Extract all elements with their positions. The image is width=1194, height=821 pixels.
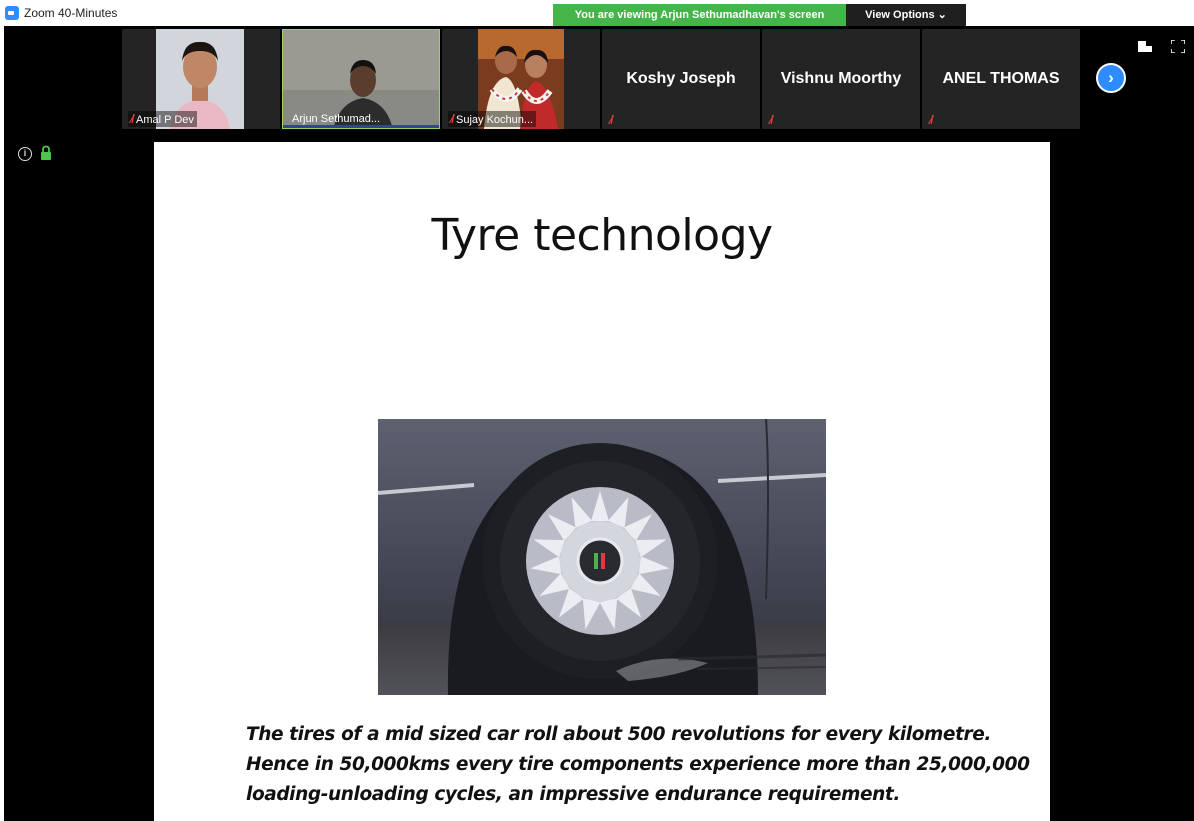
caption-line: The tires of a mid sized car roll about …	[246, 724, 992, 745]
participant-name: Arjun Sethumad...	[292, 113, 381, 125]
muted-mic-icon: ⁄̸	[131, 112, 134, 126]
lock-icon[interactable]	[40, 145, 52, 161]
participant-name: ANEL THOMAS	[942, 70, 1060, 87]
tyre-illustration	[378, 419, 826, 695]
muted-mic-icon: ⁄̸	[930, 113, 933, 127]
view-options-button[interactable]: View Options ⌄	[846, 4, 966, 26]
muted-mic-icon: ⁄̸	[610, 113, 613, 127]
caption-line: loading-unloading cycles, an impressive …	[246, 784, 900, 805]
participant-name: Koshy Joseph	[626, 70, 736, 87]
participant-tile-anel[interactable]: ANEL THOMAS ⁄̸	[922, 29, 1080, 129]
viewing-screen-banner: You are viewing Arjun Sethumadhavan's sc…	[553, 4, 846, 26]
participant-tile-amal[interactable]: ⁄̸ Amal P Dev	[122, 29, 280, 129]
title-bar: Zoom 40-Minutes You are viewing Arjun Se…	[0, 0, 1194, 26]
participant-name: Sujay Kochun...	[456, 114, 534, 126]
caption-line: Hence in 50,000kms every tire components…	[246, 754, 1030, 775]
participant-tile-sujay[interactable]: ⁄̸ Sujay Kochun...	[442, 29, 600, 129]
fullscreen-icon[interactable]	[1171, 40, 1185, 53]
zoom-app-icon	[5, 6, 19, 20]
next-participants-button[interactable]: ›	[1096, 63, 1126, 93]
participant-name: Vishnu Moorthy	[780, 70, 902, 87]
gallery-layout-icon[interactable]	[1138, 41, 1152, 52]
slide-title: Tyre technology	[431, 210, 773, 261]
participant-tile-arjun[interactable]: Arjun Sethumad...	[282, 29, 440, 129]
chevron-right-icon: ›	[1108, 68, 1114, 87]
shared-screen-slide: Tyre technology The tires of a mid sized…	[154, 142, 1050, 821]
participant-label: ⁄̸ Amal P Dev	[128, 111, 197, 127]
window-title: Zoom 40-Minutes	[24, 6, 118, 20]
participant-tile-koshy[interactable]: Koshy Joseph ⁄̸	[602, 29, 760, 129]
participant-label: ⁄̸ Sujay Kochun...	[448, 111, 537, 127]
meeting-area: ⁄̸ Amal P Dev Arjun Sethumad... ⁄̸ Sujay…	[4, 26, 1194, 821]
info-icon[interactable]: i	[18, 147, 32, 161]
muted-mic-icon: ⁄̸	[770, 113, 773, 127]
participant-name: Amal P Dev	[136, 114, 194, 126]
participant-tile-vishnu[interactable]: Vishnu Moorthy ⁄̸	[762, 29, 920, 129]
participant-label: Arjun Sethumad...	[289, 112, 383, 126]
muted-mic-icon: ⁄̸	[451, 112, 454, 126]
slide-caption: The tires of a mid sized car roll about …	[246, 720, 1030, 810]
